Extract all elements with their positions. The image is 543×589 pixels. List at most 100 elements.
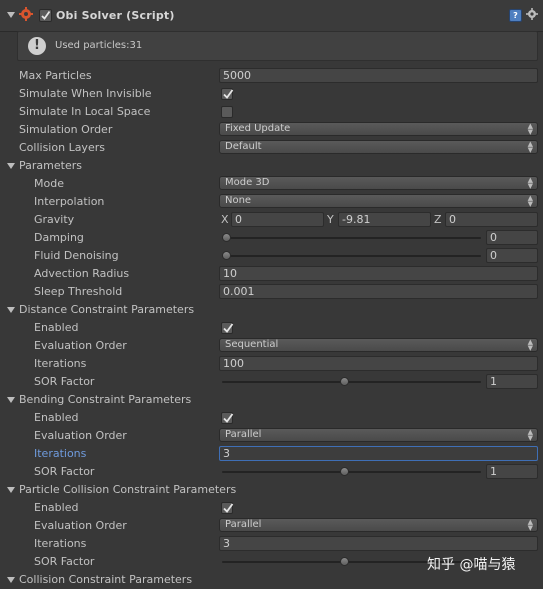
particle-collision-order-dropdown[interactable]: Parallel ▲ ▼ [219, 518, 538, 532]
distance-enabled-label: Enabled [34, 321, 79, 334]
bending-order-value: Parallel [225, 429, 262, 440]
bending-label: Bending Constraint Parameters [19, 393, 192, 406]
bending-sor-label: SOR Factor [34, 465, 95, 478]
dropdown-arrows-icon: ▲ ▼ [527, 122, 533, 136]
mode-dropdown[interactable]: Mode 3D ▲ ▼ [219, 176, 538, 190]
bending-foldout[interactable]: Bending Constraint Parameters [0, 391, 543, 409]
particle-collision-sor-slider-thumb[interactable] [339, 557, 349, 566]
max-particles-label: Max Particles [19, 69, 92, 82]
dropdown-arrows-icon: ▲ ▼ [527, 194, 533, 208]
script-gear-icon [19, 7, 33, 21]
distance-iterations-label: Iterations [34, 357, 87, 370]
particle-collision-enabled-label: Enabled [34, 501, 79, 514]
foldout-arrow-icon [7, 163, 15, 169]
particle-collision-order-row: Evaluation Order Parallel ▲ ▼ [0, 517, 543, 535]
component-title: Obi Solver (Script) [56, 9, 175, 22]
particle-collision-label: Particle Collision Constraint Parameters [19, 483, 237, 496]
gravity-z-label[interactable]: Z [434, 213, 442, 226]
particle-collision-enabled-checkbox[interactable] [221, 502, 234, 514]
checkmark-icon [223, 323, 234, 333]
distance-sor-slider-thumb[interactable] [339, 377, 349, 386]
foldout-arrow-icon [7, 577, 15, 583]
simulate-invisible-checkbox[interactable] [221, 88, 234, 100]
simulate-local-row: Simulate In Local Space [0, 103, 543, 121]
parameters-label: Parameters [19, 159, 82, 172]
simulation-order-value: Fixed Update [225, 123, 291, 134]
simulate-local-checkbox[interactable] [221, 106, 233, 118]
simulate-local-label: Simulate In Local Space [19, 105, 151, 118]
damping-slider-track[interactable] [222, 237, 481, 239]
damping-slider-thumb[interactable] [222, 233, 231, 242]
simulation-order-row: Simulation Order Fixed Update ▲ ▼ [0, 121, 543, 139]
bending-order-label: Evaluation Order [34, 429, 127, 442]
sleep-threshold-field[interactable]: 0.001 [219, 284, 538, 299]
distance-enabled-row: Enabled [0, 319, 543, 337]
damping-value-field[interactable]: 0 [486, 230, 538, 245]
foldout-arrow-icon[interactable] [7, 12, 15, 18]
parameters-foldout[interactable]: Parameters [0, 157, 543, 175]
gravity-z-field[interactable]: 0 [445, 212, 538, 227]
sleep-threshold-label: Sleep Threshold [34, 285, 123, 298]
distance-sor-label: SOR Factor [34, 375, 95, 388]
advection-radius-field[interactable]: 10 [219, 266, 538, 281]
distance-sor-row: SOR Factor 1 [0, 373, 543, 391]
help-icon[interactable]: ? [509, 9, 522, 22]
bending-enabled-row: Enabled [0, 409, 543, 427]
gravity-x-label[interactable]: X [221, 213, 229, 226]
particle-collision-iterations-field[interactable]: 3 [219, 536, 538, 551]
interpolation-label: Interpolation [34, 195, 105, 208]
bending-sor-slider-thumb[interactable] [339, 467, 349, 476]
bending-enabled-checkbox[interactable] [221, 412, 234, 424]
gravity-y-label[interactable]: Y [327, 213, 334, 226]
collision-layers-value: Default [225, 141, 262, 152]
component-header: Obi Solver (Script) ? [0, 0, 543, 32]
distance-sor-value-field[interactable]: 1 [486, 374, 538, 389]
settings-gear-icon[interactable] [526, 8, 538, 20]
foldout-arrow-icon [7, 307, 15, 313]
simulation-order-dropdown[interactable]: Fixed Update ▲ ▼ [219, 122, 538, 136]
advection-radius-label: Advection Radius [34, 267, 130, 280]
mode-label: Mode [34, 177, 64, 190]
fluid-denoising-label: Fluid Denoising [34, 249, 119, 262]
collision-layers-label: Collision Layers [19, 141, 105, 154]
distance-iterations-field[interactable]: 100 [219, 356, 538, 371]
gravity-y-field[interactable]: -9.81 [338, 212, 431, 227]
gravity-x: X 0 [219, 212, 324, 227]
bending-sor-slider-track[interactable] [222, 471, 481, 473]
max-particles-field[interactable]: 5000 [219, 68, 538, 83]
distance-label: Distance Constraint Parameters [19, 303, 195, 316]
dropdown-arrows-icon: ▲ ▼ [527, 140, 533, 154]
fluid-denoising-value-field[interactable]: 0 [486, 248, 538, 263]
collision-layers-dropdown[interactable]: Default ▲ ▼ [219, 140, 538, 154]
used-particles-text: Used particles:31 [55, 40, 143, 51]
info-helpbox: ! Used particles:31 [17, 31, 538, 61]
gravity-y: Y -9.81 [326, 212, 431, 227]
collision-layers-row: Collision Layers Default ▲ ▼ [0, 139, 543, 157]
distance-enabled-checkbox[interactable] [221, 322, 234, 334]
bending-sor-value-field[interactable]: 1 [486, 464, 538, 479]
collision-label: Collision Constraint Parameters [19, 573, 193, 586]
interpolation-value: None [225, 195, 252, 206]
fluid-denoising-slider-track[interactable] [222, 255, 481, 257]
info-icon: ! [28, 37, 46, 55]
foldout-arrow-icon [7, 397, 15, 403]
interpolation-dropdown[interactable]: None ▲ ▼ [219, 194, 538, 208]
bending-enabled-label: Enabled [34, 411, 79, 424]
fluid-denoising-row: Fluid Denoising 0 [0, 247, 543, 265]
gravity-x-field[interactable]: 0 [231, 212, 324, 227]
bending-iterations-field[interactable]: 3 [219, 446, 538, 461]
gravity-z: Z 0 [433, 212, 538, 227]
particle-collision-iterations-label: Iterations [34, 537, 87, 550]
distance-foldout[interactable]: Distance Constraint Parameters [0, 301, 543, 319]
distance-order-row: Evaluation Order Sequential ▲ ▼ [0, 337, 543, 355]
bending-order-dropdown[interactable]: Parallel ▲ ▼ [219, 428, 538, 442]
gravity-row: Gravity X 0 Y -9.81 Z 0 [0, 211, 543, 229]
particle-collision-foldout[interactable]: Particle Collision Constraint Parameters [0, 481, 543, 499]
distance-order-dropdown[interactable]: Sequential ▲ ▼ [219, 338, 538, 352]
simulation-order-label: Simulation Order [19, 123, 113, 136]
fluid-denoising-slider-thumb[interactable] [222, 251, 231, 260]
mode-value: Mode 3D [225, 177, 270, 188]
distance-sor-slider-track[interactable] [222, 381, 481, 383]
dropdown-arrows-icon: ▲ ▼ [527, 518, 533, 532]
component-enabled-toggle[interactable] [39, 9, 52, 22]
